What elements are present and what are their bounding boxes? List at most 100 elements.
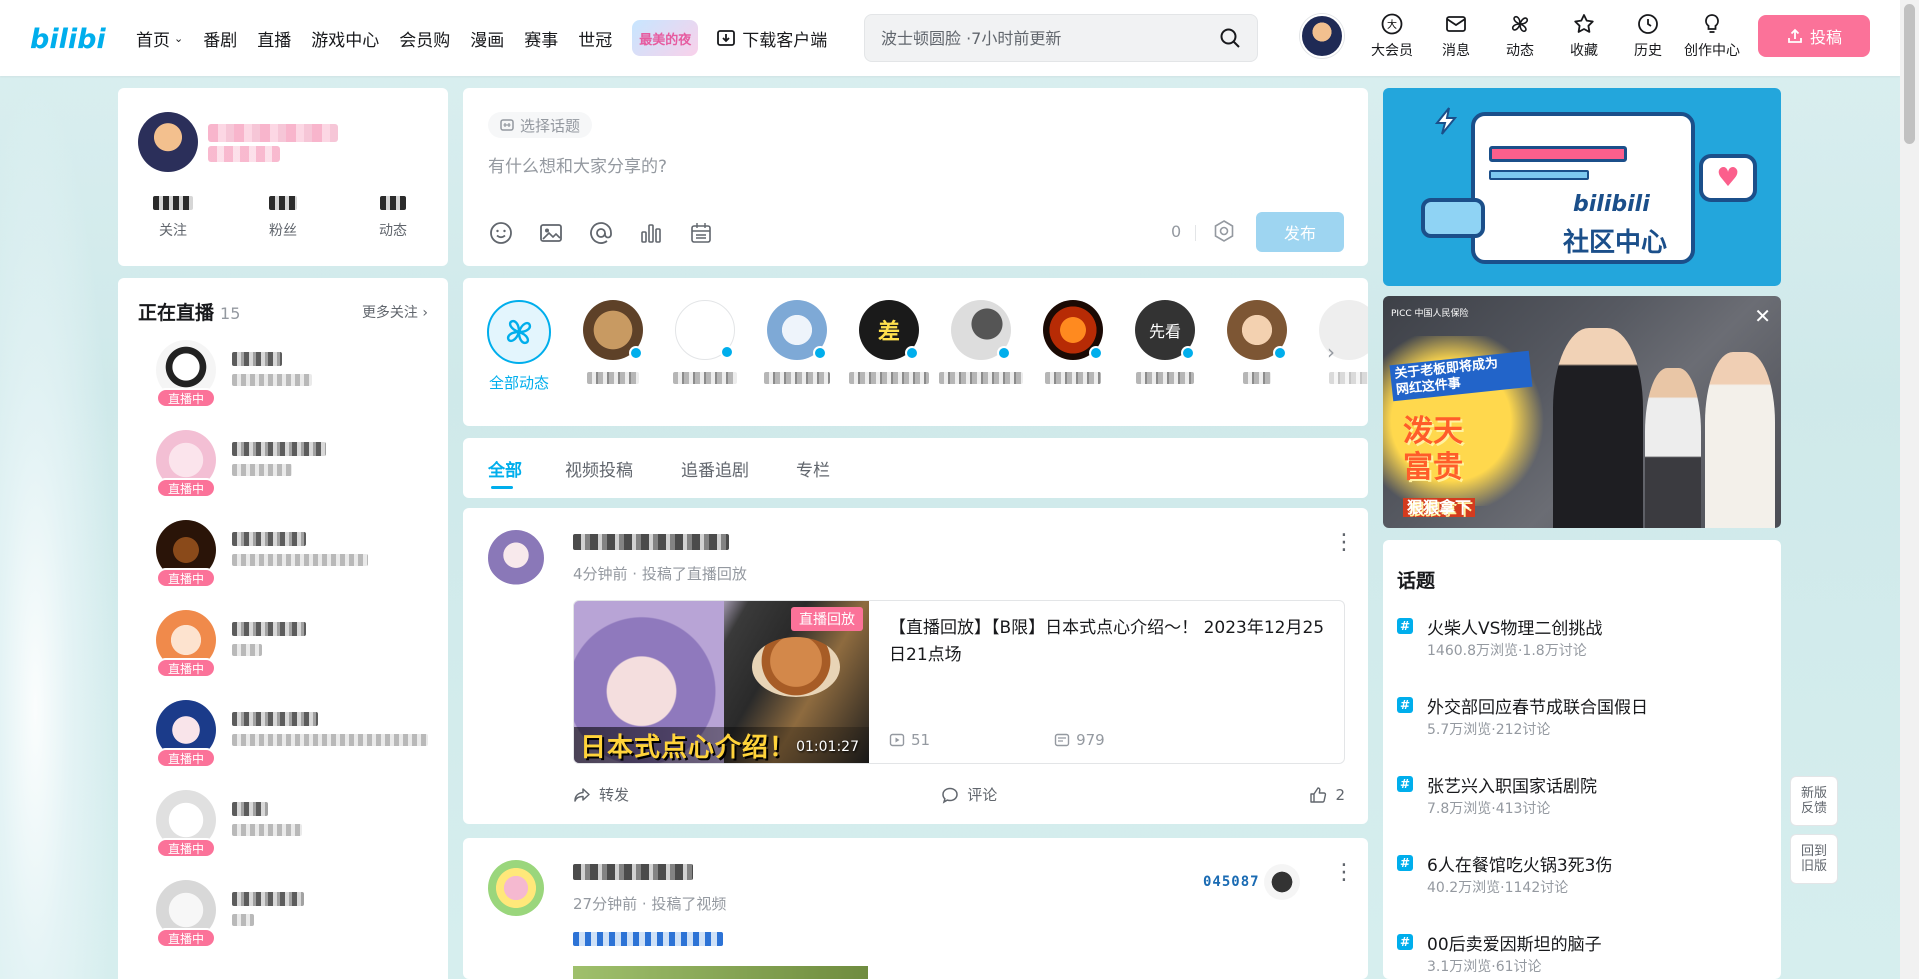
topic-title[interactable]: 张艺兴入职国家话剧院 [1427,772,1597,797]
tab-bangumi[interactable]: 追番追剧 [681,456,749,481]
nav-match[interactable]: 赛事 [524,26,558,51]
following-user[interactable]: 先看 [1123,300,1207,384]
following-user[interactable] [939,300,1023,384]
feed-title-blurred[interactable] [573,932,723,946]
chevron-right-icon[interactable]: › [1327,340,1335,364]
old-version-button[interactable]: 回到旧版 [1790,834,1838,884]
feed-author-name-blurred[interactable] [573,864,693,880]
feed-author-avatar[interactable] [488,860,544,916]
feed-meta: 27分钟前 · 投稿了视频 [573,895,727,913]
nav-mall[interactable]: 会员购 [399,26,450,51]
feed-author-name-blurred[interactable] [573,534,729,550]
nav-live[interactable]: 直播 [257,26,291,51]
comment-icon [942,787,958,804]
nav-bangumi[interactable]: 番剧 [203,26,237,51]
tab-video[interactable]: 视频投稿 [565,456,633,481]
video-thumbnail[interactable] [573,966,868,979]
bilibili-logo[interactable]: bilibili [30,18,106,56]
danmaku-count: 979 [1054,731,1167,749]
stat-dynamics[interactable]: 动态 [338,196,448,240]
tab-all[interactable]: 全部 [488,456,522,481]
upload-button[interactable]: 投稿 [1758,15,1870,57]
following-user[interactable]: 差 [847,300,931,384]
video-thumbnail[interactable]: 日本式点心介绍！ 01:01:27 直播回放 [574,601,869,763]
live-item[interactable]: 直播中 [138,880,438,960]
messages-button[interactable]: 消息 [1424,12,1488,60]
fan-badge-avatar [1263,864,1300,900]
topic-title[interactable]: 外交部回应春节成联合国假日 [1427,693,1648,718]
following-user[interactable] [1031,300,1115,384]
history-button[interactable]: 历史 [1616,12,1680,60]
live-title-blurred [232,554,368,566]
search-icon[interactable] [1219,27,1241,49]
following-user[interactable] [1307,300,1368,384]
live-item[interactable]: 直播中 [138,430,438,510]
tab-article[interactable]: 专栏 [796,456,830,481]
close-icon[interactable]: ✕ [1754,304,1771,328]
dynamics-button[interactable]: 动态 [1488,12,1552,60]
emoji-button[interactable] [488,220,538,246]
community-center-banner[interactable]: bilibili 社区中心 ♥ [1383,88,1781,286]
page-scrollbar[interactable] [1900,0,1919,979]
forward-button[interactable]: 转发 [573,784,629,805]
publish-button[interactable]: 发布 [1256,212,1344,252]
more-options-icon[interactable]: ⋮ [1333,532,1355,554]
live-tag: 直播中 [156,748,216,768]
topic-title[interactable]: 6人在餐馆吃火锅3死3伤 [1427,851,1612,876]
live-user-blurred [232,532,306,546]
feedback-button[interactable]: 新版反馈 [1790,776,1838,826]
live-item[interactable]: 直播中 [138,790,438,870]
vip-button[interactable]: 大 大会员 [1360,12,1424,60]
live-item[interactable]: 直播中 [138,520,438,600]
creator-center-button[interactable]: 创作中心 [1680,12,1744,60]
all-dynamics-avatar [487,300,551,364]
nav-manga[interactable]: 漫画 [470,26,504,51]
following-user[interactable] [571,300,655,384]
scrollbar-thumb[interactable] [1904,4,1915,144]
live-item[interactable]: 直播中 [138,340,438,420]
stat-fans[interactable]: 粉丝 [228,196,338,240]
download-icon [717,30,736,46]
download-client-link[interactable]: 下载客户端 [716,26,827,51]
following-user[interactable] [755,300,839,384]
live-item[interactable]: 直播中 [138,610,438,690]
nav-world-cup[interactable]: 世冠 [578,26,612,51]
topic-title[interactable]: 火柴人VS物理二创挑战 [1427,614,1602,639]
all-dynamics-item[interactable]: 全部动态 [477,300,561,393]
stat-following[interactable]: 关注 [118,196,228,240]
user-avatar[interactable] [1300,14,1344,58]
settings-icon[interactable] [1211,218,1237,244]
favorites-button[interactable]: 收藏 [1552,12,1616,60]
topic-stats: 3.1万浏览·61讨论 [1427,959,1542,975]
thumbnail-food [752,637,840,697]
mention-button[interactable] [588,220,638,246]
composer-input[interactable]: 有什么想和大家分享的? [488,152,667,177]
banner-text: 社区中心 [1563,228,1668,258]
select-topic-button[interactable]: 选择话题 [488,112,593,138]
live-tag: 直播中 [156,928,216,948]
ad-banner[interactable]: PICC 中国人民保险 关于老板即将成为 网红这件事 泼天 富贵 狠狠拿下 ✕ [1383,296,1781,528]
image-button[interactable] [538,220,588,246]
reservation-button[interactable] [688,220,738,246]
following-user[interactable] [663,300,747,384]
video-title[interactable]: 【直播回放】【B限】日本式点心介绍～！ 2023年12月25日21点场 [889,615,1329,669]
video-card[interactable]: 日本式点心介绍！ 01:01:27 直播回放 【直播回放】【B限】日本式点心介绍… [573,600,1345,764]
like-button[interactable]: 2 [1309,784,1345,805]
following-user[interactable] [1215,300,1299,384]
feed-author-avatar[interactable] [488,530,544,586]
more-following-link[interactable]: 更多关注 › [362,302,428,322]
search-input[interactable] [881,28,1219,48]
live-item[interactable]: 直播中 [138,700,438,780]
top-header: bilibili 首页⌄ 番剧 直播 游戏中心 会员购 漫画 赛事 世冠 最美的… [0,0,1900,76]
topic-title[interactable]: 00后卖爱因斯坦的脑子 [1427,930,1602,955]
nav-game-center[interactable]: 游戏中心 [311,26,379,51]
profile-username-blurred[interactable] [208,124,338,142]
profile-avatar[interactable] [138,112,198,172]
vote-button[interactable] [638,220,688,246]
avatar-text: 差 [877,320,900,345]
event-badge[interactable]: 最美的夜 [632,20,699,56]
comment-button[interactable]: 评论 [941,784,997,805]
nav-home[interactable]: 首页 ⌄ [136,26,183,51]
more-options-icon[interactable]: ⋮ [1333,862,1355,884]
video-duration: 01:01:27 [796,739,859,755]
